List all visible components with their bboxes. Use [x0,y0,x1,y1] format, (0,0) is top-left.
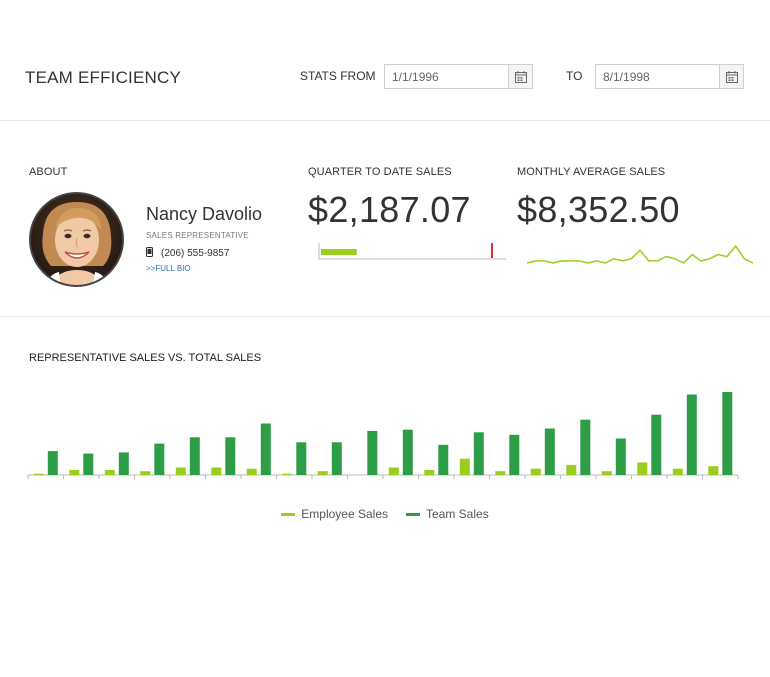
employee-sales-bar [33,473,44,475]
monthly-sales-label: MONTHLY AVERAGE SALES [517,166,666,178]
employee-role: SALES REPRESENTATIVE [146,231,249,240]
stats-from-label: STATS FROM [300,69,376,83]
team-sales-bar [651,414,662,475]
team-sales-bar [686,394,697,475]
employee-sales-bar [424,470,435,475]
team-sales-bar [473,432,484,475]
employee-sales-bar [672,468,683,475]
team-sales-bar [189,437,200,475]
legend-label-employee: Employee Sales [301,507,388,521]
to-date-picker[interactable] [595,64,744,89]
team-sales-bar [402,429,413,475]
legend-item-employee[interactable]: Employee Sales [281,507,388,521]
from-date-picker[interactable] [384,64,533,89]
legend-swatch-team [406,512,420,516]
bullet-value-bar [321,249,357,255]
page-header: TEAM EFFICIENCY STATS FROM TO [0,0,770,121]
full-bio-link[interactable]: >>FULL BIO [146,264,191,273]
employee-sales-bar [282,473,293,475]
quarter-sales-label: QUARTER TO DATE SALES [308,166,452,178]
info-section: ABOUT Nancy Davolio SALES REPRESENTATIVE… [0,121,770,317]
employee-phone: (206) 555-9857 [146,247,229,260]
chart-section: REPRESENTATIVE SALES VS. TOTAL SALES Emp… [0,317,770,677]
monthly-sales-value: $8,352.50 [517,189,680,230]
employee-sales-bar [69,470,80,475]
page-title: TEAM EFFICIENCY [25,68,182,87]
team-sales-bar [47,451,58,475]
quarter-bullet-chart [318,243,506,260]
employee-sales-bar [246,468,257,475]
team-sales-bar [615,438,626,475]
employee-name: Nancy Davolio [146,204,263,224]
team-sales-bar [260,423,271,475]
sales-bar-chart [27,392,739,479]
monthly-sparkline [526,244,754,264]
team-sales-bar [544,428,555,475]
phone-icon [146,247,153,260]
team-sales-bar [118,452,129,475]
employee-sales-bar [637,462,648,475]
employee-sales-bar [317,471,328,475]
employee-sales-bar [530,468,541,475]
team-sales-bar [367,431,378,475]
employee-avatar [29,192,124,287]
to-date-input[interactable] [596,65,720,88]
employee-sales-bar [104,470,115,475]
employee-sales-bar [140,471,151,475]
from-date-input[interactable] [385,65,509,88]
legend-item-team[interactable]: Team Sales [406,507,489,521]
about-label: ABOUT [29,166,68,178]
team-sales-bar [83,453,94,475]
to-label: TO [566,69,583,83]
team-sales-bar [296,442,307,475]
team-sales-bar [580,419,591,475]
chart-title: REPRESENTATIVE SALES VS. TOTAL SALES [29,352,262,364]
team-sales-bar [722,392,733,475]
employee-sales-bar [388,467,399,475]
employee-sales-bar [708,466,719,475]
chart-legend: Employee Sales Team Sales [0,507,770,521]
calendar-icon[interactable] [719,65,743,88]
team-sales-bar [225,437,236,475]
quarter-sales-value: $2,187.07 [308,189,471,230]
calendar-icon[interactable] [508,65,532,88]
sparkline-series [526,244,754,264]
employee-sales-bar [601,471,612,475]
employee-sales-bar [459,458,470,475]
employee-sales-bar [566,464,577,475]
employee-sales-bar [211,467,222,475]
team-sales-bar [509,434,520,475]
legend-swatch-employee [281,512,296,516]
team-sales-bar [331,442,342,475]
team-sales-bar [438,444,449,475]
employee-sales-bar [495,471,506,475]
team-sales-bar [154,443,165,475]
phone-number: (206) 555-9857 [161,248,230,259]
employee-sales-bar [175,467,186,475]
bullet-target-marker [490,243,493,258]
legend-label-team: Team Sales [426,507,489,521]
